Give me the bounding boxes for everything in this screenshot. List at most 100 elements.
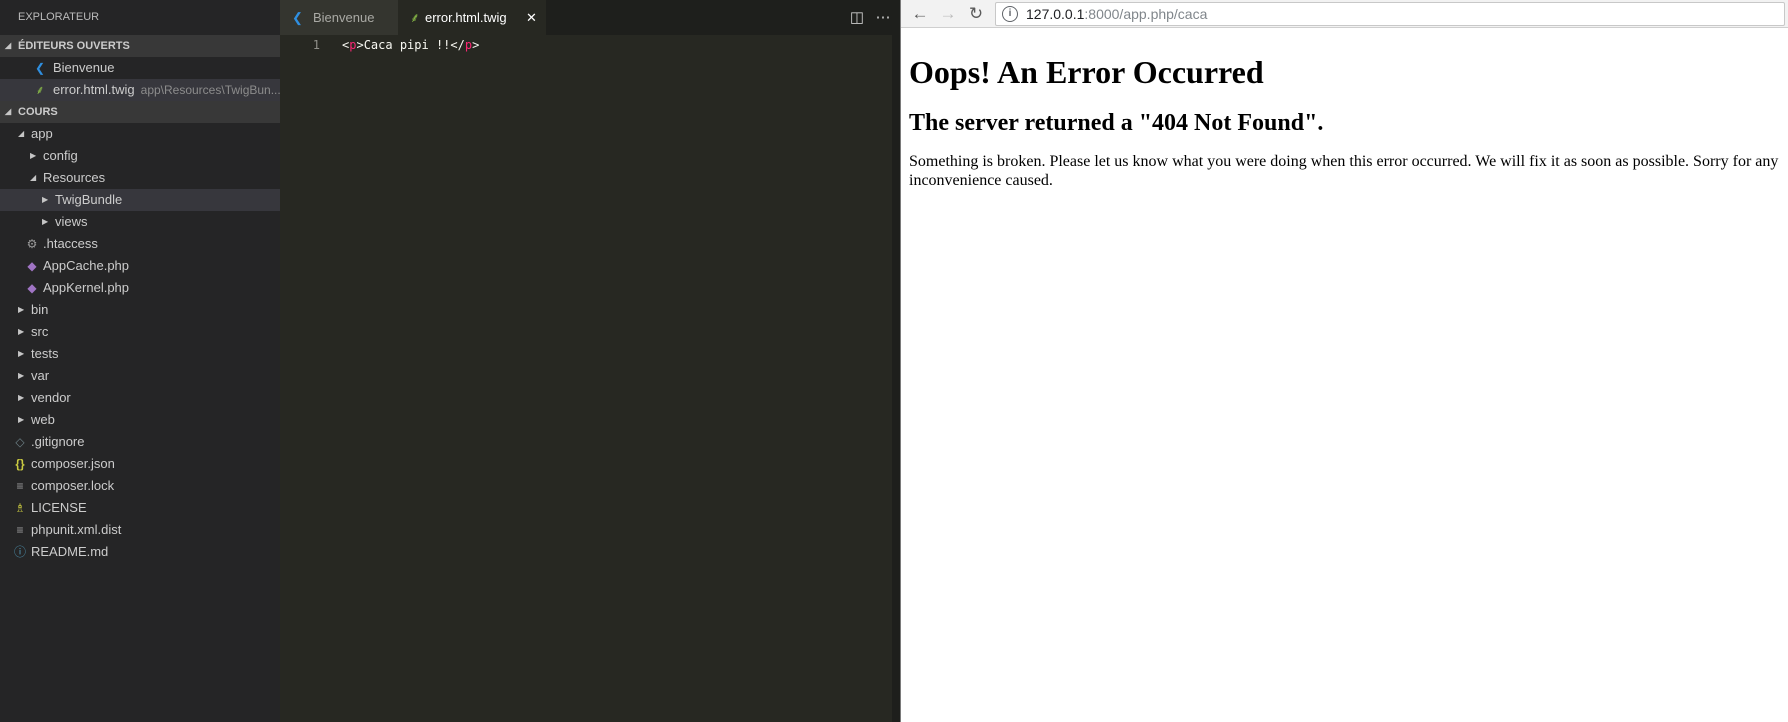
- browser-toolbar: ← → ↻ i 127.0.0.1:8000/app.php/caca: [901, 0, 1788, 28]
- tree-item-label: Resources: [43, 170, 106, 185]
- project-header[interactable]: ◢ COURS: [0, 101, 280, 123]
- tree-folder-web[interactable]: ▶ web: [0, 409, 280, 431]
- git-icon: ◇: [15, 435, 25, 449]
- chevron-down-icon: ◢: [18, 129, 25, 138]
- code-token: p: [464, 38, 473, 52]
- tree-item-label: README.md: [31, 544, 109, 559]
- explorer-sidebar: EXPLORATEUR ◢ ÉDITEURS OUVERTS ❮ Bienven…: [0, 0, 281, 722]
- tree-folder-var[interactable]: ▶ var: [0, 365, 280, 387]
- tree-folder-tests[interactable]: ▶ tests: [0, 343, 280, 365]
- twig-file-icon: ⸙: [35, 83, 45, 97]
- code-editor: ❮ Bienvenue ⸙ error.html.twig ✕ ◫ ⋯ 1 <p…: [280, 0, 900, 722]
- tree-folder-bin[interactable]: ▶ bin: [0, 299, 280, 321]
- error-heading: Oops! An Error Occurred: [909, 54, 1264, 90]
- open-editors-label: ÉDITEURS OUVERTS: [18, 40, 130, 52]
- open-editor-path: app\Resources\TwigBun...: [140, 83, 281, 97]
- tree-folder-src[interactable]: ▶ src: [0, 321, 280, 343]
- tree-file-appcache[interactable]: ◆ AppCache.php: [0, 255, 280, 277]
- tree-folder-twigbundle[interactable]: ▶ TwigBundle: [0, 189, 280, 211]
- code-token: >: [356, 38, 364, 52]
- tree-item-label: app: [31, 126, 53, 141]
- tree-file-phpunit[interactable]: ≡ phpunit.xml.dist: [0, 519, 280, 541]
- tree-file-license[interactable]: ♗ LICENSE: [0, 497, 280, 519]
- chevron-down-icon: ◢: [5, 41, 12, 50]
- twig-file-icon: ⸙: [410, 10, 420, 25]
- tree-item-label: TwigBundle: [55, 192, 123, 207]
- tree-item-label: config: [43, 148, 78, 163]
- tree-item-label: phpunit.xml.dist: [31, 522, 122, 537]
- open-editor-label: Bienvenue: [53, 60, 115, 75]
- chevron-down-icon: ◢: [5, 107, 12, 116]
- tree-item-label: bin: [31, 302, 49, 317]
- tree-item-label: src: [31, 324, 49, 339]
- tab-label: Bienvenue: [313, 10, 375, 25]
- chevron-right-icon: ▶: [18, 349, 25, 358]
- tree-item-label: LICENSE: [31, 500, 87, 515]
- chevron-right-icon: ▶: [18, 415, 25, 424]
- back-arrow-icon[interactable]: ←: [908, 0, 932, 28]
- minimap[interactable]: [892, 35, 900, 722]
- tree-file-composer-lock[interactable]: ≡ composer.lock: [0, 475, 280, 497]
- tree-item-label: tests: [31, 346, 59, 361]
- project-label: COURS: [18, 106, 58, 118]
- vscode-icon: ❮: [34, 61, 46, 75]
- tree-file-readme[interactable]: ⓘ README.md: [0, 541, 280, 563]
- error-subheading: The server returned a "404 Not Found".: [909, 110, 1324, 136]
- code-line: <p>Caca pipi !!</p>: [342, 35, 479, 55]
- text-file-icon: ≡: [16, 479, 24, 493]
- chevron-right-icon: ▶: [42, 217, 49, 226]
- text-file-icon: ≡: [16, 523, 24, 537]
- tree-item-label: AppKernel.php: [43, 280, 130, 295]
- tree-item-label: views: [55, 214, 88, 229]
- tree-folder-views[interactable]: ▶ views: [0, 211, 280, 233]
- chevron-down-icon: ◢: [30, 173, 37, 182]
- reload-icon[interactable]: ↻: [964, 0, 988, 28]
- open-editor-bienvenue[interactable]: ❮ Bienvenue: [0, 57, 280, 79]
- url-path: :8000/app.php/caca: [1084, 6, 1208, 22]
- url-text[interactable]: 127.0.0.1:8000/app.php/caca: [1026, 3, 1207, 25]
- tree-item-label: composer.json: [31, 456, 115, 471]
- tree-item-label: .gitignore: [31, 434, 85, 449]
- more-actions-icon[interactable]: ⋯: [871, 0, 895, 35]
- tree-file-htaccess[interactable]: ⚙ .htaccess: [0, 233, 280, 255]
- open-editor-error-twig[interactable]: ⸙ error.html.twig app\Resources\TwigBun..…: [0, 79, 281, 101]
- license-icon: ♗: [14, 501, 26, 515]
- code-token: </: [450, 38, 465, 52]
- chevron-right-icon: ▶: [30, 151, 37, 160]
- tree-item-label: AppCache.php: [43, 258, 130, 273]
- address-bar[interactable]: i 127.0.0.1:8000/app.php/caca: [995, 2, 1785, 26]
- tree-file-gitignore[interactable]: ◇ .gitignore: [0, 431, 280, 453]
- tab-label: error.html.twig: [425, 10, 507, 25]
- url-host: 127.0.0.1: [1026, 6, 1085, 22]
- tree-item-label: vendor: [31, 390, 71, 405]
- line-number: 1: [312, 38, 320, 52]
- tree-item-label: web: [31, 412, 55, 427]
- info-icon: ⓘ: [13, 545, 26, 559]
- browser-window: ← → ↻ i 127.0.0.1:8000/app.php/caca Oops…: [900, 0, 1788, 722]
- tree-file-appkernel[interactable]: ◆ AppKernel.php: [0, 277, 280, 299]
- code-area[interactable]: 1 <p>Caca pipi !!</p>: [280, 35, 900, 722]
- info-icon[interactable]: i: [1002, 6, 1018, 22]
- code-token: Caca pipi !!: [363, 38, 451, 52]
- tab-error-twig[interactable]: ⸙ error.html.twig ✕: [398, 0, 546, 35]
- open-editors-header[interactable]: ◢ ÉDITEURS OUVERTS: [0, 35, 280, 57]
- tree-folder-resources[interactable]: ◢ Resources: [0, 167, 280, 189]
- tree-folder-config[interactable]: ▶ config: [0, 145, 280, 167]
- tree-file-composer-json[interactable]: {} composer.json: [0, 453, 280, 475]
- chevron-right-icon: ▶: [18, 327, 25, 336]
- tree-item-label: .htaccess: [43, 236, 98, 251]
- tab-bienvenue[interactable]: ❮ Bienvenue: [280, 0, 398, 35]
- vscode-icon: ❮: [292, 10, 303, 25]
- tree-item-label: composer.lock: [31, 478, 115, 493]
- split-editor-icon[interactable]: ◫: [845, 0, 869, 35]
- tree-item-label: var: [31, 368, 50, 383]
- editor-tabs: ❮ Bienvenue ⸙ error.html.twig ✕ ◫ ⋯: [280, 0, 900, 35]
- tree-folder-vendor[interactable]: ▶ vendor: [0, 387, 280, 409]
- gear-icon: ⚙: [26, 237, 38, 251]
- tree-folder-app[interactable]: ◢ app: [0, 123, 280, 145]
- forward-arrow-icon[interactable]: →: [936, 0, 960, 28]
- close-icon[interactable]: ✕: [526, 0, 537, 35]
- code-token: >: [472, 38, 480, 52]
- page-content: Oops! An Error Occurred The server retur…: [909, 28, 1788, 190]
- php-icon: ◆: [27, 259, 37, 273]
